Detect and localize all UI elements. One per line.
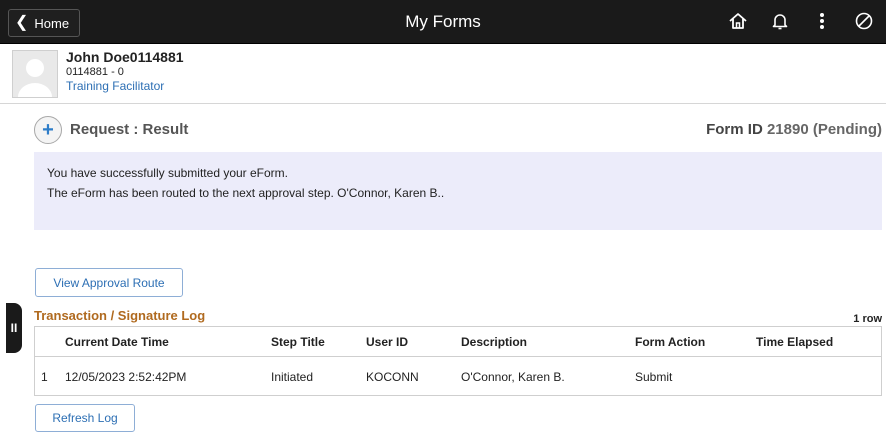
form-id-value: 21890 (Pending)	[766, 121, 882, 138]
cell-user-id: KOCONN	[366, 370, 419, 384]
request-title: Request : Result	[70, 121, 189, 138]
cell-datetime: 12/05/2023 2:52:42PM	[65, 370, 187, 384]
form-id-label: Form ID	[706, 121, 763, 138]
refresh-log-button[interactable]: Refresh Log	[35, 404, 135, 432]
plus-icon: +	[42, 118, 54, 141]
column-header-user-id[interactable]: User ID	[366, 335, 408, 349]
column-header-description[interactable]: Description	[461, 335, 527, 349]
more-vertical-icon[interactable]	[810, 8, 834, 34]
success-message: You have successfully submitted your eFo…	[47, 166, 289, 180]
user-info-bar: John Doe0114881 0114881 - 0 Training Fac…	[0, 44, 886, 104]
home-icon[interactable]	[726, 8, 750, 34]
cell-description: O'Connor, Karen B.	[461, 370, 565, 384]
avatar	[12, 50, 58, 98]
view-approval-route-button[interactable]: View Approval Route	[35, 268, 183, 297]
form-id: Form ID 21890 (Pending)	[706, 121, 882, 138]
request-header: + Request : Result Form ID 21890 (Pendin…	[0, 104, 886, 152]
table-row: 1 12/05/2023 2:52:42PM Initiated KOCONN …	[35, 356, 881, 396]
column-header-time-elapsed[interactable]: Time Elapsed	[756, 335, 833, 349]
cell-step-title: Initiated	[271, 370, 314, 384]
add-request-button[interactable]: +	[34, 116, 62, 144]
top-bar: ❮ Home My Forms	[0, 0, 886, 44]
user-role-link[interactable]: Training Facilitator	[66, 79, 164, 93]
row-count: 1 row	[853, 313, 882, 325]
grid-header-row: Current Date Time Step Title User ID Des…	[35, 327, 881, 357]
column-header-form-action[interactable]: Form Action	[635, 335, 705, 349]
success-message-box: You have successfully submitted your eFo…	[34, 152, 882, 230]
bell-icon[interactable]	[768, 8, 792, 34]
signature-log-grid: Current Date Time Step Title User ID Des…	[34, 326, 882, 396]
user-id-line: 0114881 - 0	[66, 66, 124, 78]
header-actions	[726, 8, 876, 34]
row-number: 1	[41, 370, 48, 384]
user-name: John Doe0114881	[66, 49, 184, 65]
column-header-step-title[interactable]: Step Title	[271, 335, 325, 349]
log-title: Transaction / Signature Log	[34, 308, 206, 323]
cell-form-action: Submit	[635, 370, 673, 384]
column-header-datetime[interactable]: Current Date Time	[65, 335, 169, 349]
no-entry-icon[interactable]	[852, 8, 876, 34]
routing-message: The eForm has been routed to the next ap…	[47, 186, 445, 200]
side-panel-handle[interactable]: II	[6, 303, 22, 353]
